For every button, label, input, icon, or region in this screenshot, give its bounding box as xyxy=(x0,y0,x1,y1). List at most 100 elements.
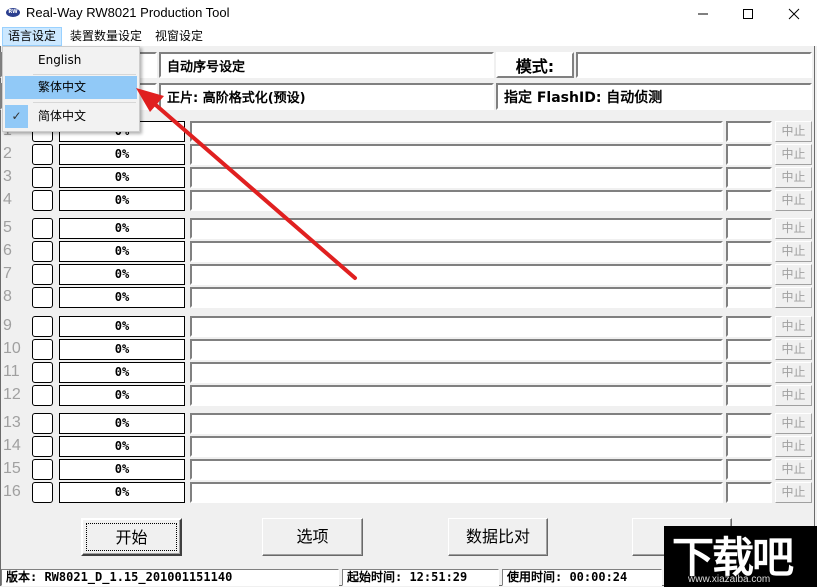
row-progress-bar xyxy=(190,287,723,308)
row-status-box xyxy=(32,316,53,337)
row-status-box xyxy=(32,167,53,188)
row-progress-bar xyxy=(190,190,723,211)
serial-setting-field: 自动序号设定 xyxy=(159,52,494,78)
row-stop-button[interactable]: 中止 xyxy=(775,482,812,503)
row-stop-button[interactable]: 中止 xyxy=(775,287,812,308)
minimize-button[interactable] xyxy=(680,0,726,27)
row-stop-button[interactable]: 中止 xyxy=(775,144,812,165)
row-info-field xyxy=(726,121,772,142)
row-stop-button[interactable]: 中止 xyxy=(775,413,812,434)
close-icon xyxy=(788,8,800,19)
row-stop-button[interactable]: 中止 xyxy=(775,385,812,406)
row-info-field xyxy=(726,287,772,308)
row-status-box xyxy=(32,241,53,262)
dropdown-separator xyxy=(33,74,136,75)
row-status-box xyxy=(32,413,53,434)
format-setting-field: 正片: 高阶格式化(预设) xyxy=(159,83,494,110)
row-stop-button[interactable]: 中止 xyxy=(775,362,812,383)
row-progress-bar xyxy=(190,316,723,337)
row-info-field xyxy=(726,264,772,285)
menu-bar: 语言设定 装置数量设定 视窗设定 xyxy=(0,27,817,46)
row-progress-bar xyxy=(190,121,723,142)
row-number: 6 xyxy=(3,242,12,259)
row-progress-percent: 0% xyxy=(59,482,185,503)
row-progress-bar xyxy=(190,339,723,360)
start-button[interactable]: 开始 xyxy=(81,518,182,556)
maximize-button[interactable] xyxy=(725,0,771,27)
row-status-box xyxy=(32,459,53,480)
row-number: 7 xyxy=(3,265,12,282)
row-number: 10 xyxy=(3,340,21,357)
watermark-logo: 下载吧 www.xiazaiba.com xyxy=(664,526,817,587)
row-number: 14 xyxy=(3,437,21,454)
row-stop-button[interactable]: 中止 xyxy=(775,316,812,337)
dropdown-item-simplified-chinese[interactable]: ✓ 简体中文 xyxy=(5,105,137,128)
row-status-box xyxy=(32,362,53,383)
maximize-icon xyxy=(743,8,753,19)
row-status-box xyxy=(32,144,53,165)
flash-id-field: 指定 FlashID: 自动侦测 xyxy=(496,83,812,110)
app-icon: RW xyxy=(6,8,20,17)
row-progress-bar xyxy=(190,167,723,188)
row-status-box xyxy=(32,287,53,308)
menu-device-count[interactable]: 装置数量设定 xyxy=(65,27,147,46)
row-progress-percent: 0% xyxy=(59,339,185,360)
row-status-box xyxy=(32,339,53,360)
row-progress-percent: 0% xyxy=(59,436,185,457)
row-stop-button[interactable]: 中止 xyxy=(775,339,812,360)
row-info-field xyxy=(726,436,772,457)
row-info-field xyxy=(726,241,772,262)
row-number: 4 xyxy=(3,191,12,208)
row-status-box xyxy=(32,436,53,457)
row-status-box xyxy=(32,218,53,239)
row-status-box xyxy=(32,385,53,406)
row-progress-bar xyxy=(190,413,723,434)
row-progress-percent: 0% xyxy=(59,316,185,337)
row-progress-bar xyxy=(190,459,723,480)
row-stop-button[interactable]: 中止 xyxy=(775,241,812,262)
row-info-field xyxy=(726,316,772,337)
row-number: 3 xyxy=(3,168,12,185)
row-progress-percent: 0% xyxy=(59,144,185,165)
row-progress-bar xyxy=(190,144,723,165)
row-progress-bar xyxy=(190,362,723,383)
status-elapsed: 使用时间: 00:00:24 xyxy=(502,569,662,586)
options-button[interactable]: 选项 xyxy=(262,518,363,556)
dropdown-item-label: English xyxy=(38,53,82,67)
compare-button[interactable]: 数据比对 xyxy=(448,518,548,556)
row-progress-bar xyxy=(190,436,723,457)
menu-window[interactable]: 视窗设定 xyxy=(150,27,208,46)
row-number: 11 xyxy=(3,363,20,380)
row-info-field xyxy=(726,339,772,360)
mode-value-field xyxy=(576,52,812,78)
row-number: 16 xyxy=(3,483,21,500)
menu-language[interactable]: 语言设定 xyxy=(2,27,63,46)
row-progress-percent: 0% xyxy=(59,385,185,406)
status-start-time: 起始时间: 12:51:29 xyxy=(342,569,499,586)
row-stop-button[interactable]: 中止 xyxy=(775,167,812,188)
row-number: 9 xyxy=(3,317,12,334)
dropdown-separator xyxy=(33,102,136,103)
row-info-field xyxy=(726,385,772,406)
dropdown-item-english[interactable]: English xyxy=(5,49,137,72)
window-title: Real-Way RW8021 Production Tool xyxy=(26,5,230,20)
row-info-field xyxy=(726,413,772,434)
row-status-box xyxy=(32,482,53,503)
dropdown-item-label: 繁体中文 xyxy=(38,80,87,94)
row-stop-button[interactable]: 中止 xyxy=(775,218,812,239)
row-progress-percent: 0% xyxy=(59,218,185,239)
row-progress-bar xyxy=(190,482,723,503)
close-window-button[interactable] xyxy=(771,0,817,27)
row-stop-button[interactable]: 中止 xyxy=(775,121,812,142)
row-progress-percent: 0% xyxy=(59,362,185,383)
row-progress-percent: 0% xyxy=(59,413,185,434)
row-stop-button[interactable]: 中止 xyxy=(775,264,812,285)
dropdown-item-traditional-chinese[interactable]: 繁体中文 xyxy=(5,76,137,99)
row-stop-button[interactable]: 中止 xyxy=(775,459,812,480)
row-stop-button[interactable]: 中止 xyxy=(775,436,812,457)
minimize-icon xyxy=(698,13,708,14)
row-info-field xyxy=(726,459,772,480)
row-number: 5 xyxy=(3,219,12,236)
row-stop-button[interactable]: 中止 xyxy=(775,190,812,211)
row-info-field xyxy=(726,362,772,383)
